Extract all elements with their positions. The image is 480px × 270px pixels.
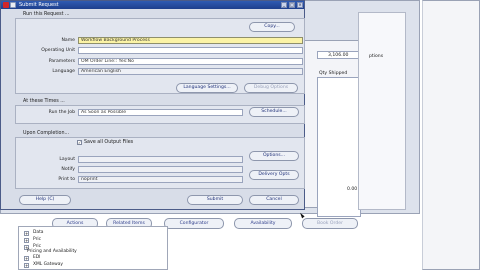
save-output-label: Save all Output Files: [84, 140, 134, 145]
name-label: Name: [61, 38, 75, 43]
book-order-button[interactable]: Book Order: [302, 218, 358, 229]
background-side-panel: ptions: [358, 12, 406, 210]
minimize-icon[interactable]: _: [281, 2, 287, 8]
debug-options-button[interactable]: Debug Options: [244, 83, 298, 93]
close-icon[interactable]: ×: [297, 2, 303, 8]
print-to-label: Print to: [58, 177, 75, 182]
copy-button[interactable]: Copy...: [249, 22, 295, 32]
expand-icon[interactable]: +: [24, 238, 29, 243]
qty-column: [317, 77, 361, 217]
configurator-button[interactable]: Configurator: [164, 218, 224, 229]
expand-icon[interactable]: +: [24, 256, 29, 261]
options-label: ptions: [369, 54, 384, 59]
delivery-opts-button[interactable]: Delivery Opts: [249, 170, 299, 180]
expand-icon[interactable]: +: [24, 231, 29, 236]
expand-icon[interactable]: +: [24, 263, 29, 268]
options-button[interactable]: Options...: [249, 151, 299, 161]
cancel-button[interactable]: Cancel: [249, 195, 299, 205]
parameters-label: Parameters: [48, 59, 75, 64]
operating-unit-field[interactable]: [78, 47, 303, 54]
notify-label: Notify: [61, 167, 75, 172]
run-the-job-label: Run the Job: [48, 110, 75, 115]
navigation-tree[interactable]: + Data + Pric + Pric Pricing and Availab…: [18, 226, 168, 270]
parameters-field[interactable]: OM Order Line:: Yes:No: [78, 58, 303, 65]
upon-completion-heading: Upon Completion...: [23, 131, 70, 136]
save-output-checkbox[interactable]: ✓: [77, 140, 82, 145]
tree-item-pric[interactable]: Pric: [33, 237, 41, 242]
dialog-titlebar[interactable]: Submit Request _ □ ×: [1, 1, 304, 9]
at-these-times-heading: At these Times ...: [23, 99, 65, 104]
qty-shipped-header: Qty Shipped: [319, 71, 348, 76]
tree-item-edi[interactable]: EDI: [33, 255, 40, 260]
amount-value: 3,106.00: [328, 53, 349, 58]
layout-label: Layout: [59, 157, 75, 162]
operating-unit-label: Operating Unit: [41, 48, 75, 53]
qty-total-value: 0.00: [347, 187, 358, 192]
availability-button[interactable]: Availability: [234, 218, 292, 229]
submit-request-dialog: Submit Request _ □ × Run this Request ..…: [0, 0, 305, 210]
language-field: American English: [78, 68, 303, 75]
print-to-field: noprint: [78, 176, 243, 183]
run-the-job-field[interactable]: As Soon as Possible: [78, 109, 243, 116]
window-menu-icon[interactable]: [10, 2, 16, 8]
tree-item-xml-gateway[interactable]: XML Gateway: [33, 262, 63, 267]
tree-item-data[interactable]: Data: [33, 230, 43, 235]
language-label: Language: [52, 69, 75, 74]
help-button[interactable]: Help (C): [19, 195, 71, 205]
run-this-request-heading: Run this Request ...: [23, 12, 70, 17]
background-right-panel: [422, 0, 480, 270]
oracle-app-icon: [3, 2, 9, 8]
submit-button[interactable]: Submit: [187, 195, 243, 205]
maximize-icon[interactable]: □: [289, 2, 295, 8]
language-settings-button[interactable]: Language Settings...: [176, 83, 238, 93]
schedule-button[interactable]: Schedule...: [249, 107, 299, 117]
dialog-title: Submit Request: [19, 2, 59, 8]
name-field[interactable]: Workflow Background Process: [78, 37, 303, 44]
notify-field: [78, 166, 243, 173]
tree-item-pricing-availability[interactable]: Pricing and Availability: [27, 249, 77, 254]
layout-field: [78, 156, 243, 163]
